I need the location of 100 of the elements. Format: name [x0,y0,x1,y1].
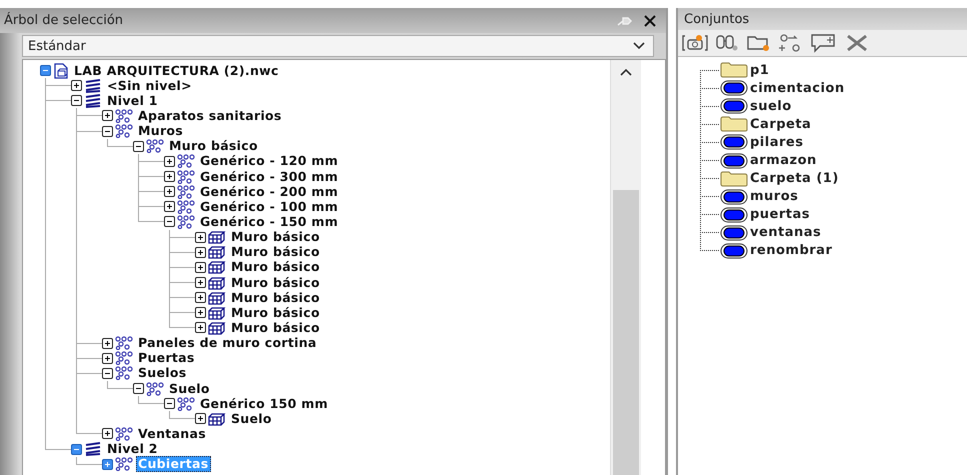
tree-item[interactable]: Muro básico [229,244,322,260]
tree-item[interactable]: Genérico - 120 mm [198,153,340,170]
selection-set-icon [720,242,748,259]
tree-item[interactable]: Muro básico [229,290,322,306]
expander-toggle[interactable] [195,322,206,334]
box-icon [208,320,226,335]
expander-toggle[interactable] [102,428,113,440]
camera-frame-icon[interactable] [682,33,708,53]
tree-item[interactable]: Paneles de muro cortina [136,335,319,352]
box-icon [208,412,226,426]
dots-icon [115,351,133,366]
tree-item[interactable]: Genérico - 150 mm [198,214,340,230]
scrollbar[interactable] [610,60,641,475]
tree-item[interactable]: <Sin nivel> [105,78,194,94]
set-item[interactable]: suelo [750,98,792,114]
selection-set-icon [720,134,748,150]
selection-set-icon [720,188,748,205]
dots-icon [146,382,164,396]
panel-title: Árbol de selección [4,13,124,28]
expander-toggle[interactable] [133,140,144,152]
dots-icon [115,108,133,123]
set-item[interactable]: Carpeta (1) [750,171,839,186]
set-item[interactable]: p1 [750,62,770,78]
expander-toggle[interactable] [195,307,206,318]
close-icon[interactable] [644,14,656,26]
chevron-up-icon[interactable] [620,68,632,76]
panel-title: Conjuntos [684,12,750,26]
expander-toggle[interactable] [195,262,206,273]
set-item[interactable]: Carpeta [750,116,812,132]
box-icon [208,290,226,305]
tree-item[interactable]: Muro básico [229,274,322,291]
selection-set-icon [720,80,748,96]
file-icon [53,62,69,79]
expander-toggle[interactable] [102,352,113,364]
expander-toggle[interactable] [164,171,175,182]
tree-item[interactable]: Genérico 150 mm [198,396,330,412]
expander-toggle[interactable] [164,156,175,167]
dots-icon [115,426,133,441]
selection-set-icon [720,98,748,114]
set-item[interactable]: ventanas [750,225,822,240]
box-icon [208,276,226,290]
dropdown-field[interactable]: Estándar [22,35,654,57]
expander-toggle[interactable] [102,368,113,379]
selection-set-icon [720,224,748,241]
expander-toggle[interactable] [102,126,113,137]
layers-icon [84,442,102,456]
box-icon [208,230,226,244]
set-item[interactable]: cimentacion [750,80,845,96]
tree-item[interactable]: Nivel 1 [105,92,160,109]
tree-item[interactable]: Muro básico [229,304,322,321]
tree-item[interactable]: Muro básico [229,320,322,336]
set-item[interactable]: renombrar [750,243,832,258]
expander-toggle[interactable] [195,246,206,258]
tree-item[interactable]: Ventanas [136,426,208,442]
dots-icon [177,396,195,411]
expander-toggle[interactable] [102,458,113,470]
tree-item[interactable]: Aparatos sanitarios [136,108,284,124]
folder-icon [720,170,748,187]
set-item[interactable]: armazon [750,153,817,168]
dots-icon [177,154,195,168]
set-item[interactable]: muros [750,189,798,204]
set-item[interactable]: pilares [750,134,804,150]
dots-icon [177,200,195,214]
tree-item[interactable]: Puertas [136,350,197,366]
expander-toggle[interactable] [40,65,51,76]
expander-toggle[interactable] [195,232,206,243]
expander-toggle[interactable] [164,186,175,198]
tree-item[interactable]: Suelo [229,410,274,427]
scrollbar-thumb[interactable] [613,190,639,475]
tree-item[interactable]: Muro básico [167,138,260,154]
expander-toggle[interactable] [102,338,113,349]
folder-icon [720,116,748,132]
tree-item[interactable]: Genérico - 200 mm [198,184,340,200]
tree-item[interactable]: Genérico - 100 mm [198,198,340,215]
tree-item[interactable]: Muro básico [229,229,322,246]
expander-toggle[interactable] [133,383,144,394]
tree-item[interactable]: Genérico - 300 mm [198,168,340,185]
tree-item[interactable]: Muro básico [229,259,322,276]
tree-item[interactable]: Nivel 2 [105,441,160,458]
tree-item[interactable]: Muros [136,123,186,140]
expander-toggle[interactable] [195,413,206,424]
binoculars-icon[interactable] [714,33,740,53]
tree-item[interactable]: LAB ARQUITECTURA (2).nwc [72,62,281,79]
expander-toggle[interactable] [195,277,206,288]
delete-icon[interactable] [844,33,870,53]
expander-toggle[interactable] [164,216,175,228]
expander-toggle[interactable] [102,110,113,122]
expander-toggle[interactable] [71,95,82,106]
dots-icon [115,366,133,380]
expander-toggle[interactable] [164,201,175,212]
expander-toggle[interactable] [71,444,82,455]
selection-set-icon [720,206,748,223]
expander-toggle[interactable] [164,398,175,410]
expander-toggle[interactable] [195,292,206,304]
expander-toggle[interactable] [71,80,82,92]
layers-icon [84,78,102,93]
tree-item[interactable]: Suelo [167,380,212,397]
tree-item[interactable]: Suelos [136,365,188,382]
dots-icon [177,170,195,184]
set-item[interactable]: puertas [750,207,810,222]
